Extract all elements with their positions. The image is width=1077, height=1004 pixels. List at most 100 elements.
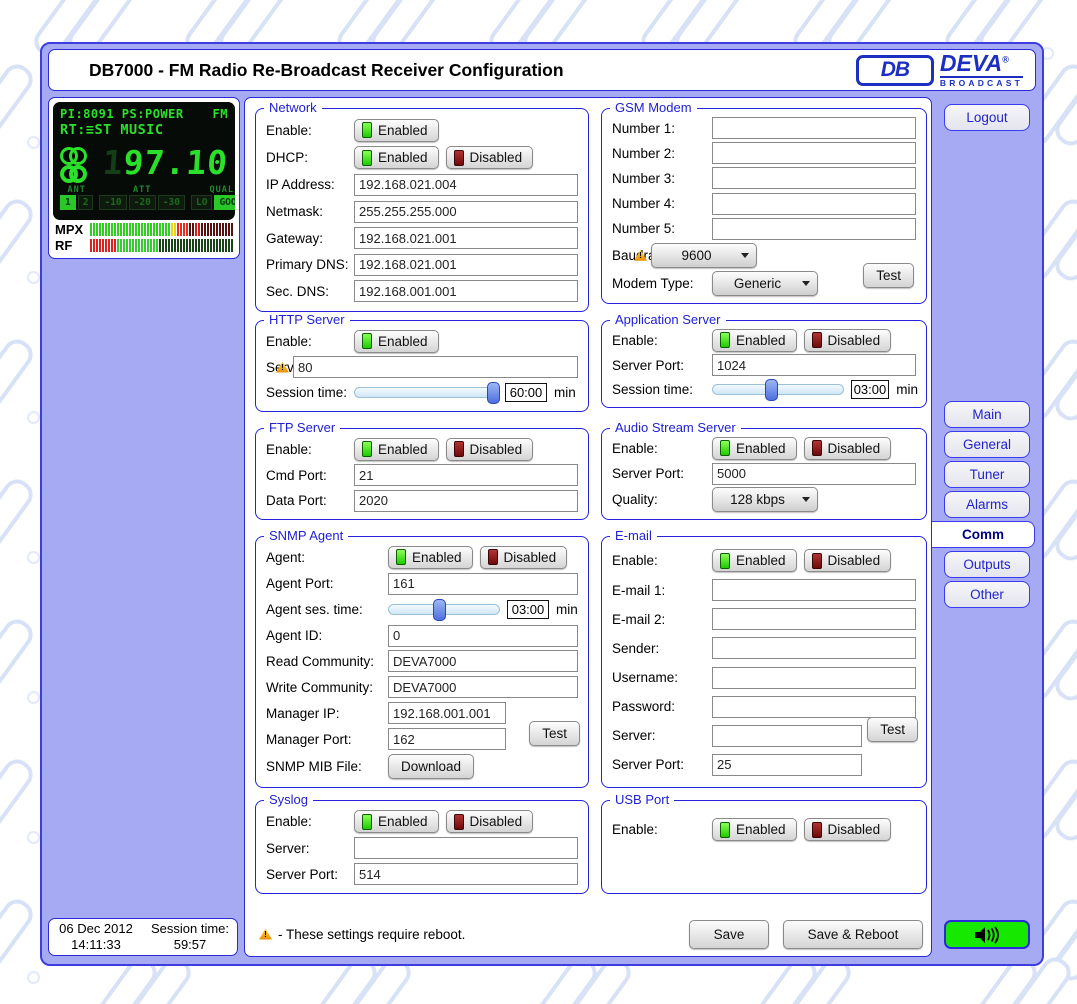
meter-segment xyxy=(138,223,140,236)
appserver-server-port-input[interactable] xyxy=(712,354,916,376)
tab-general[interactable]: General xyxy=(944,431,1030,458)
section-title: FTP Server xyxy=(264,420,340,435)
email-e-mail-2-input[interactable] xyxy=(712,608,916,630)
email-e-mail-1-input[interactable] xyxy=(712,579,916,601)
tab-other[interactable]: Other xyxy=(944,581,1030,608)
snmp-manager-port-input[interactable] xyxy=(388,728,506,750)
gsm-number-3-input[interactable] xyxy=(712,167,916,189)
email-username-input[interactable] xyxy=(712,667,916,689)
audiostream-disabled-button[interactable]: Disabled xyxy=(804,437,892,460)
snmp-session-time-slider[interactable] xyxy=(388,604,500,615)
logout-button[interactable]: Logout xyxy=(944,104,1030,131)
gsm-test-button[interactable]: Test xyxy=(863,263,914,288)
gsm-number-1-input[interactable] xyxy=(712,117,916,139)
ftp-enabled-button[interactable]: Enabled xyxy=(354,438,439,461)
slider-thumb[interactable] xyxy=(765,379,778,401)
ftp-data-port-input[interactable] xyxy=(354,490,578,512)
chevron-down-icon xyxy=(741,253,749,258)
appserver-enabled-button[interactable]: Enabled xyxy=(712,329,797,352)
meter-segment xyxy=(150,239,152,252)
gsm-modem-type-select[interactable]: Generic xyxy=(712,271,818,296)
lcd-cells: LOGOODHI xyxy=(191,195,235,210)
save-and-reboot-button[interactable]: Save & Reboot xyxy=(783,920,923,949)
meter-segment xyxy=(207,223,209,236)
section-title: Application Server xyxy=(610,312,726,327)
lcd-cell-30: -30 xyxy=(158,195,185,210)
download-button[interactable]: Download xyxy=(388,754,474,779)
lcd-cell-10: -10 xyxy=(99,195,126,210)
snmp-test-button[interactable]: Test xyxy=(529,721,580,746)
ftp-cmd-port-input[interactable] xyxy=(354,464,578,486)
snmp-agent-id-input[interactable] xyxy=(388,625,578,647)
syslog-disabled-button[interactable]: Disabled xyxy=(446,810,534,833)
audio-monitor-button[interactable] xyxy=(944,920,1030,949)
snmp-enabled-button[interactable]: Enabled xyxy=(388,546,473,569)
syslog-server-input[interactable] xyxy=(354,837,578,859)
background-logo-watermark xyxy=(0,190,42,290)
row-control xyxy=(712,754,918,776)
network-disabled-button[interactable]: Disabled xyxy=(446,146,534,169)
email-e-mail-1-label: E-mail 1: xyxy=(612,583,712,598)
gsm-number-5-input[interactable] xyxy=(712,218,916,240)
usb-disabled-button[interactable]: Disabled xyxy=(804,818,892,841)
email-sender-input[interactable] xyxy=(712,637,916,659)
meter-segment xyxy=(159,239,161,252)
gsm-number-2-input[interactable] xyxy=(712,142,916,164)
network-enabled-button[interactable]: Enabled xyxy=(354,119,439,142)
tab-main[interactable]: Main xyxy=(944,401,1030,428)
audiostream-enabled-button[interactable]: Enabled xyxy=(712,437,797,460)
toggle-label: Disabled xyxy=(504,550,557,565)
green-led-icon xyxy=(362,150,372,166)
snmp-read-community-input[interactable] xyxy=(388,650,578,672)
appserver-session-time-slider[interactable] xyxy=(712,384,844,395)
meter-segment xyxy=(126,223,128,236)
ftp-enable-label: Enable: xyxy=(266,442,354,457)
snmp-write-community-input[interactable] xyxy=(388,676,578,698)
network-primary-dns-input[interactable] xyxy=(354,254,578,276)
syslog-server-port-input[interactable] xyxy=(354,863,578,885)
form-row: Number 4: xyxy=(612,193,918,215)
network-ip-address-input[interactable] xyxy=(354,174,578,196)
network-enabled-button[interactable]: Enabled xyxy=(354,146,439,169)
meter-segment xyxy=(111,223,113,236)
network-sec-dns-input[interactable] xyxy=(354,280,578,302)
usb-enabled-button[interactable]: Enabled xyxy=(712,818,797,841)
email-server-port-input[interactable] xyxy=(712,754,862,776)
email-enabled-button[interactable]: Enabled xyxy=(712,549,797,572)
email-server-input[interactable] xyxy=(712,725,862,747)
slider-thumb[interactable] xyxy=(433,599,446,621)
snmp-manager-ip-input[interactable] xyxy=(388,702,506,724)
row-control xyxy=(354,201,580,223)
save-button[interactable]: Save xyxy=(689,920,769,949)
audiostream-server-port-input[interactable] xyxy=(712,463,916,485)
email-password-input[interactable] xyxy=(712,696,916,718)
gsm-number-4-input[interactable] xyxy=(712,193,916,215)
select-value: 128 kbps xyxy=(713,492,802,507)
slider-thumb[interactable] xyxy=(487,382,500,404)
network-netmask-input[interactable] xyxy=(354,201,578,223)
green-led-icon xyxy=(720,822,730,838)
ftp-disabled-button[interactable]: Disabled xyxy=(446,438,534,461)
snmp-disabled-button[interactable]: Disabled xyxy=(480,546,568,569)
email-test-button[interactable]: Test xyxy=(867,717,918,742)
toggle-label: Disabled xyxy=(470,814,523,829)
appserver-disabled-button[interactable]: Disabled xyxy=(804,329,892,352)
syslog-enabled-button[interactable]: Enabled xyxy=(354,810,439,833)
http-server-port-input[interactable] xyxy=(293,356,578,378)
tab-comm[interactable]: Comm xyxy=(932,521,1035,548)
tab-outputs[interactable]: Outputs xyxy=(944,551,1030,578)
form-row: Number 2: xyxy=(612,142,918,164)
snmp-agent-port-input[interactable] xyxy=(388,573,578,595)
meter-segment xyxy=(177,239,179,252)
gsm-baudrate-select[interactable]: 9600 xyxy=(651,243,757,268)
lcd-cell-good: GOOD xyxy=(214,195,235,210)
http-session-time-slider[interactable] xyxy=(354,387,498,398)
form-row: Enable:EnabledDisabled xyxy=(612,329,918,352)
tab-tuner[interactable]: Tuner xyxy=(944,461,1030,488)
http-enabled-button[interactable]: Enabled xyxy=(354,330,439,353)
email-disabled-button[interactable]: Disabled xyxy=(804,549,892,572)
audiostream-quality-select[interactable]: 128 kbps xyxy=(712,487,818,512)
meter-segment xyxy=(228,223,230,236)
tab-alarms[interactable]: Alarms xyxy=(944,491,1030,518)
network-gateway-input[interactable] xyxy=(354,227,578,249)
